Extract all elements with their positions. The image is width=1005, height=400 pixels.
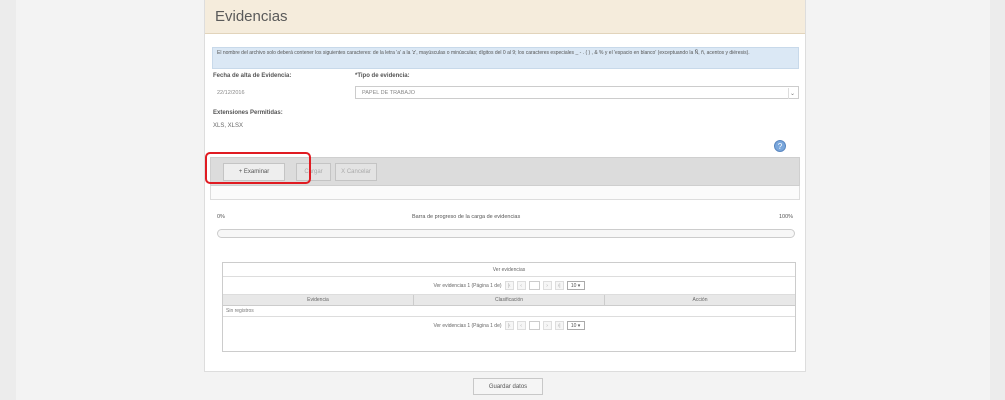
- chevron-down-icon: ⌄: [788, 88, 796, 99]
- grid-pager-top: Ver evidencias 1 (Página 1 de) |‹ ‹ › ›|…: [223, 277, 795, 295]
- tipo-label: *Tipo de evidencia:: [355, 73, 410, 79]
- pager-text-bottom: Ver evidencias 1 (Página 1 de): [433, 322, 502, 329]
- grid-empty-row: Sin registros: [223, 306, 795, 317]
- column-header-accion[interactable]: Acción: [605, 295, 795, 305]
- page-size-value: 10: [570, 282, 577, 289]
- first-page-icon[interactable]: |‹: [504, 321, 514, 330]
- guardar-datos-button[interactable]: Guardar datos: [473, 378, 543, 395]
- cancelar-button[interactable]: X Cancelar: [335, 163, 377, 181]
- examinar-highlight: [205, 152, 311, 184]
- progress-title: Barra de progreso de la carga de evidenc…: [412, 214, 521, 220]
- page-size-select[interactable]: 10 ▾: [566, 281, 585, 290]
- tipo-value: PAPEL DE TRABAJO: [362, 89, 416, 96]
- page-size-value: 10: [570, 322, 577, 329]
- info-circle-icon[interactable]: ?: [774, 140, 786, 152]
- evidencias-grid: Ver evidencias Ver evidencias 1 (Página …: [222, 262, 796, 352]
- next-page-icon[interactable]: ›: [542, 321, 552, 330]
- panel-header: Evidencias: [205, 0, 805, 34]
- filename-notice: El nombre del archivo solo deberá conten…: [212, 47, 799, 69]
- pager-text: Ver evidencias 1 (Página 1 de): [433, 282, 502, 289]
- page-number-input[interactable]: [528, 281, 540, 290]
- grid-column-headers: Evidencia Clasificación Acción: [223, 295, 795, 306]
- upload-progress-bar: [217, 229, 795, 238]
- grid-caption: Ver evidencias: [223, 263, 795, 277]
- extensiones-label: Extensiones Permitidas:: [213, 110, 283, 116]
- upload-file-area: [210, 186, 800, 200]
- evidencias-panel: Evidencias El nombre del archivo solo de…: [204, 0, 806, 372]
- last-page-icon[interactable]: ›|: [554, 281, 564, 290]
- fecha-value: 22/12/2016: [217, 89, 245, 96]
- last-page-icon[interactable]: ›|: [554, 321, 564, 330]
- panel-title: Evidencias: [215, 8, 288, 25]
- prev-page-icon[interactable]: ‹: [516, 281, 526, 290]
- progress-max-label: 100%: [779, 214, 794, 220]
- page-number-input[interactable]: [528, 321, 540, 330]
- column-header-clasificacion[interactable]: Clasificación: [414, 295, 605, 305]
- next-page-icon[interactable]: ›: [542, 281, 552, 290]
- fecha-label: Fecha de alta de Evidencia:: [213, 73, 292, 79]
- first-page-icon[interactable]: |‹: [504, 281, 514, 290]
- fecha-field: 22/12/2016: [213, 86, 353, 99]
- extensiones-value: XLS, XLSX: [213, 123, 244, 129]
- column-header-evidencia[interactable]: Evidencia: [223, 295, 414, 305]
- grid-pager-bottom: Ver evidencias 1 (Página 1 de) |‹ ‹ › ›|…: [223, 317, 795, 334]
- prev-page-icon[interactable]: ‹: [516, 321, 526, 330]
- page-size-select[interactable]: 10 ▾: [566, 321, 585, 330]
- tipo-evidencia-select[interactable]: PAPEL DE TRABAJO ⌄: [355, 86, 799, 99]
- progress-min-label: 0%: [217, 214, 225, 220]
